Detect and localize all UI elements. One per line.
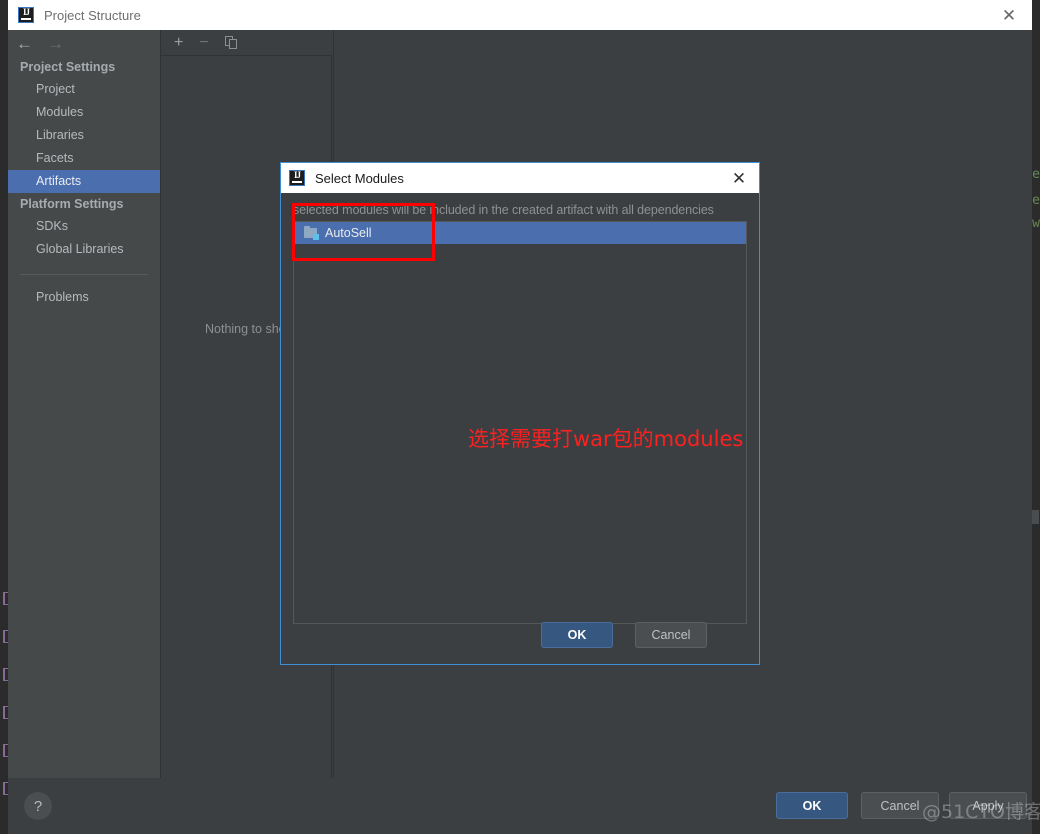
intellij-idea-logo-icon bbox=[289, 170, 305, 186]
sidebar-group-project-settings: Project Settings bbox=[20, 60, 116, 74]
close-icon[interactable]: ✕ bbox=[998, 4, 1020, 26]
intellij-idea-logo-icon bbox=[18, 7, 34, 23]
dialog-titlebar: Select Modules ✕ bbox=[281, 163, 759, 193]
watermark: @51CTO博客 bbox=[922, 801, 1040, 823]
arrow-left-icon[interactable]: ← bbox=[16, 35, 33, 52]
help-button[interactable]: ? bbox=[24, 792, 52, 820]
dialog-cancel-button[interactable]: Cancel bbox=[635, 622, 707, 648]
annotation-callout-text: 选择需要打war包的modules bbox=[468, 427, 744, 451]
sidebar-item-global-libraries[interactable]: Global Libraries bbox=[8, 238, 160, 261]
sidebar-item-modules[interactable]: Modules bbox=[8, 101, 160, 124]
sidebar-divider bbox=[20, 274, 148, 275]
close-icon[interactable]: ✕ bbox=[729, 168, 749, 188]
sidebar-item-problems[interactable]: Problems bbox=[8, 286, 160, 309]
dialog-ok-button[interactable]: OK bbox=[541, 622, 613, 648]
arrow-right-icon[interactable]: → bbox=[47, 35, 64, 52]
sidebar-nav-toolbar: ← → bbox=[8, 30, 160, 56]
list-item[interactable]: AutoSell bbox=[294, 222, 746, 244]
window-titlebar: Project Structure ✕ bbox=[8, 0, 1032, 30]
window-footer: ? OK Cancel Apply bbox=[8, 778, 1032, 834]
sidebar-group-platform-settings: Platform Settings bbox=[20, 197, 124, 211]
sidebar-item-facets[interactable]: Facets bbox=[8, 147, 160, 170]
sidebar-item-artifacts[interactable]: Artifacts bbox=[8, 170, 160, 193]
module-folder-icon bbox=[304, 226, 319, 240]
code-fragment: w bbox=[1032, 216, 1040, 231]
sidebar-item-sdks[interactable]: SDKs bbox=[8, 215, 160, 238]
select-modules-dialog: Select Modules ✕ selected modules will b… bbox=[280, 162, 760, 665]
plus-icon[interactable]: + bbox=[174, 34, 183, 51]
dialog-footer: OK Cancel bbox=[281, 612, 759, 664]
copy-icon[interactable] bbox=[224, 35, 238, 50]
code-fragment: e bbox=[1032, 193, 1040, 208]
code-fragment: e bbox=[1032, 167, 1040, 182]
settings-sidebar: ← → Project Settings Project Modules Lib… bbox=[8, 30, 161, 778]
minus-icon[interactable]: − bbox=[199, 34, 208, 51]
sidebar-item-project[interactable]: Project bbox=[8, 78, 160, 101]
dialog-title: Select Modules bbox=[315, 170, 404, 186]
ok-button[interactable]: OK bbox=[776, 792, 848, 819]
sidebar-item-libraries[interactable]: Libraries bbox=[8, 124, 160, 147]
dialog-hint-text: selected modules will be included in the… bbox=[293, 203, 714, 217]
module-label: AutoSell bbox=[325, 226, 372, 240]
screen-root: e e w Project Structure ✕ ← → Project Se… bbox=[0, 0, 1040, 834]
artifacts-toolbar: + − bbox=[161, 30, 332, 56]
window-title: Project Structure bbox=[44, 7, 141, 23]
